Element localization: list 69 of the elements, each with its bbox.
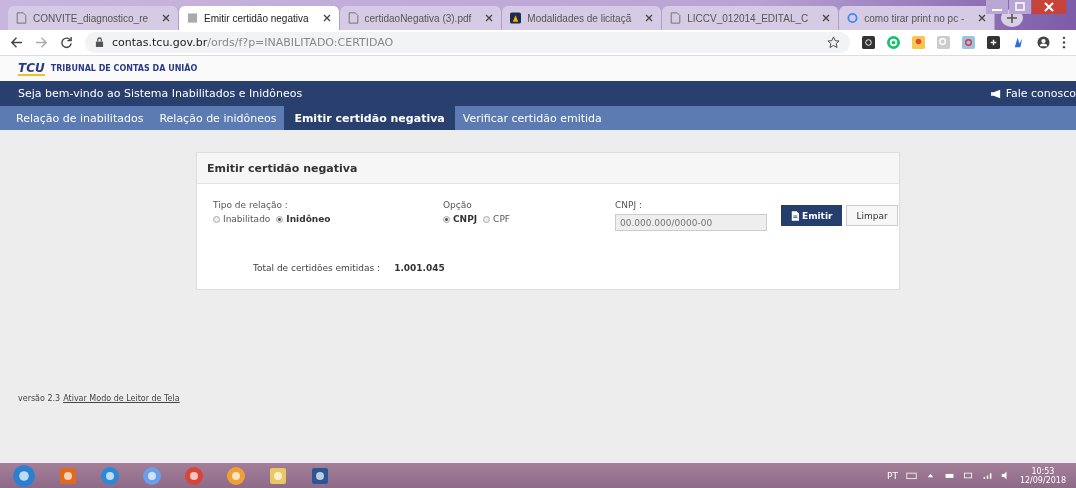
extension-icon[interactable] — [862, 36, 875, 49]
screen-reader-link[interactable]: Ativar Modo de Leitor de Tela — [63, 394, 180, 403]
radio-icon[interactable] — [443, 215, 450, 223]
welcome-text: Seja bem-vindo ao Sistema Inabilitados e Inidôneos — [18, 87, 303, 100]
card-title: Emitir certidão negativa — [207, 161, 358, 175]
app-icon[interactable] — [184, 465, 204, 486]
radio-icon[interactable] — [213, 215, 220, 223]
menu-icon[interactable] — [1062, 36, 1066, 49]
app-icon[interactable] — [100, 465, 120, 486]
close-icon[interactable] — [645, 14, 654, 22]
battery-icon[interactable] — [962, 471, 974, 480]
forward-icon[interactable] — [35, 36, 48, 49]
field-label: Tipo de relação : — [213, 200, 289, 210]
language-indicator[interactable]: PT — [886, 470, 898, 481]
site-logo: TCU — [18, 61, 45, 76]
clock[interactable]: 10:53 12/09/2018 — [1019, 466, 1066, 485]
profile-icon[interactable] — [1037, 36, 1050, 49]
star-icon[interactable] — [827, 36, 840, 49]
address-field[interactable]: contas.tcu.gov.br/ords/f?p=INABILITADO:CERTIDAO — [85, 32, 850, 53]
keyboard-icon[interactable] — [905, 471, 917, 480]
radio-option[interactable]: Inabilitado — [213, 214, 271, 224]
document-icon — [347, 12, 359, 24]
signal-icon[interactable] — [981, 471, 993, 480]
browser-tab[interactable]: Emitir certidão negativa — [179, 6, 340, 30]
nav-tab[interactable]: Relação de inidôneos — [151, 106, 285, 130]
close-icon[interactable] — [978, 14, 987, 22]
browser-tab[interactable]: CONVITE_diagnostico_re — [8, 6, 180, 30]
close-icon[interactable] — [822, 14, 831, 22]
app-icon[interactable] — [58, 465, 78, 486]
start-icon[interactable] — [12, 463, 36, 488]
field-label: Opção — [443, 200, 473, 210]
clear-button[interactable]: Limpar — [846, 205, 898, 226]
drive-icon — [510, 12, 522, 24]
nav-tab[interactable]: Verificar certidão emitida — [454, 106, 610, 130]
megaphone-icon — [989, 88, 1002, 99]
close-icon[interactable] — [162, 14, 171, 22]
field-label: CNPJ : — [615, 200, 643, 210]
nav-tab[interactable]: Emitir certidão negativa — [284, 106, 455, 130]
app-icon[interactable] — [142, 465, 162, 486]
radio-option[interactable]: CPF — [483, 214, 510, 224]
version-text: versão 2.3 — [18, 394, 61, 403]
document-icon — [791, 210, 799, 221]
browser-tab[interactable]: como tirar print no pc - — [839, 6, 996, 30]
radio-option[interactable]: Inidôneo — [276, 214, 331, 224]
organization-name: TRIBUNAL DE CONTAS DA UNIÃO — [50, 64, 198, 73]
radio-icon[interactable] — [276, 215, 284, 223]
reload-icon[interactable] — [60, 36, 73, 49]
close-icon[interactable] — [322, 14, 331, 22]
back-icon[interactable] — [10, 36, 23, 49]
document-icon — [670, 12, 682, 24]
contact-link[interactable]: Fale conosco — [989, 87, 1076, 100]
close-icon[interactable] — [485, 14, 494, 22]
app-icon[interactable] — [226, 465, 246, 486]
extension-icon[interactable] — [987, 36, 1000, 49]
total-value: 1.001.045 — [394, 263, 445, 273]
nav-tab[interactable]: Relação de inabilitados — [8, 106, 152, 130]
cnpj-field[interactable]: 00.000.000/0000-00 — [615, 214, 767, 231]
radio-option[interactable]: CNPJ — [443, 214, 478, 224]
browser-tab[interactable]: certidaoNegativa (3).pdf — [339, 6, 503, 30]
radio-icon[interactable] — [483, 215, 491, 223]
lock-icon — [95, 37, 104, 48]
document-icon — [16, 12, 27, 24]
browser-tab[interactable]: LICCV_012014_EDITAL_C — [662, 6, 840, 30]
app-icon[interactable] — [268, 465, 288, 486]
issue-button[interactable]: Emitir — [781, 205, 843, 226]
close-icon[interactable] — [1032, 0, 1066, 14]
browser-tab[interactable]: Modalidades de licitaçã — [502, 6, 663, 30]
total-label: Total de certidões emitidas : — [253, 263, 381, 273]
app-icon[interactable] — [310, 465, 330, 486]
